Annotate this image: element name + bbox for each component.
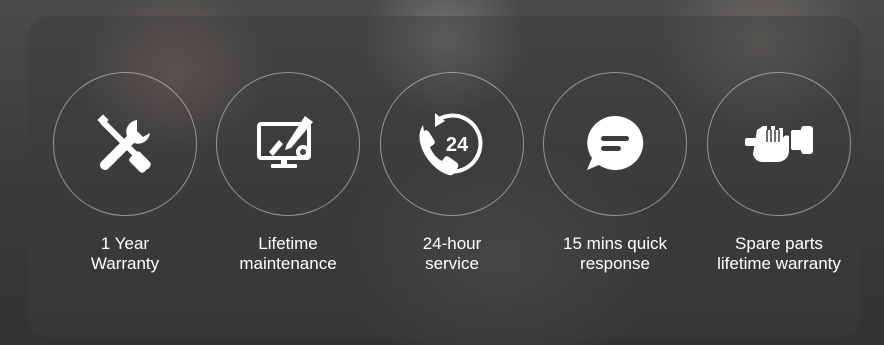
chat-bubble-icon [587,115,644,170]
feature-circle [216,72,360,216]
feature-label-line1: Lifetime [258,234,318,253]
feature-label-line1: 24-hour [422,234,482,253]
feature-label-line2: Warranty [90,254,160,273]
phone-24-hour-icon: 24 [419,113,483,176]
feature-circle: 24 [380,72,524,216]
feature-circle [53,72,197,216]
hours-text: 24 [446,134,469,156]
feature-label-line2: response [580,254,650,273]
service-banner: 1 Year Warranty Lifetime maintenance 24 … [0,0,884,345]
feature-label-line1: Spare parts [735,234,823,253]
feature-circle [707,72,851,216]
feature-label-line1: 15 mins quick [563,234,667,253]
monitor-maintenance-icon [257,116,313,168]
feature-label-line2: lifetime warranty [717,254,841,273]
feature-label: Spare parts lifetime warranty [694,234,864,274]
feature-label: Lifetime maintenance [203,234,373,274]
feature-label: 1 Year Warranty [40,234,210,274]
feature-circle [543,72,687,216]
feature-label-line1: 1 Year [100,234,150,253]
feature-label: 15 mins quick response [530,234,700,274]
wrench-screwdriver-icon [97,114,151,173]
feature-label: 24-hour service [367,234,537,274]
feature-label-line2: service [425,254,479,273]
hand-wrench-icon [745,126,813,162]
feature-label-line2: maintenance [239,254,337,273]
